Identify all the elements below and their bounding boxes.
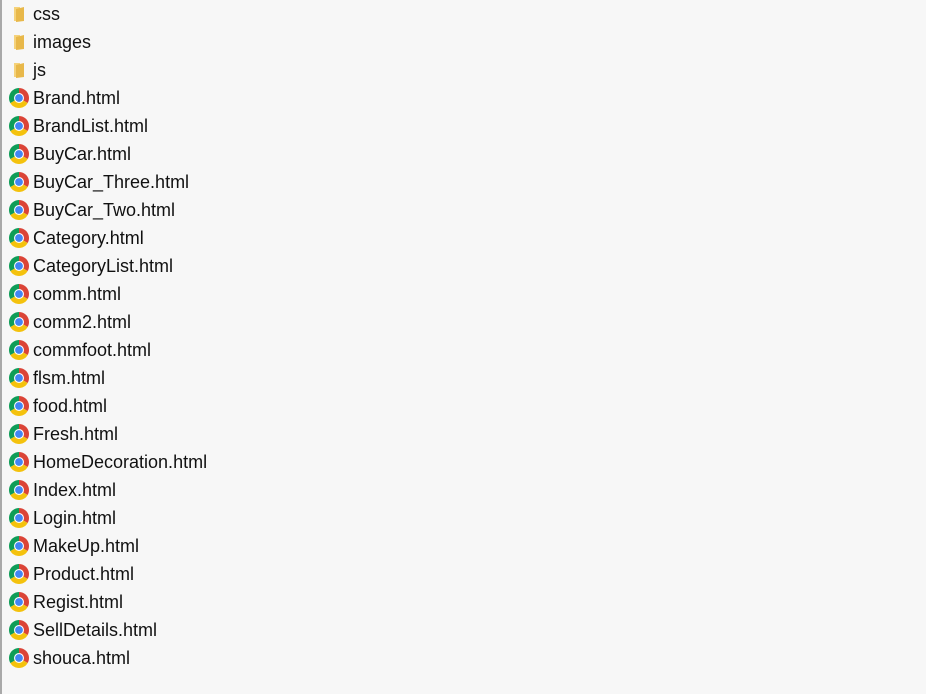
file-name: BuyCar.html [33, 144, 132, 164]
file-name: MakeUp.html [33, 536, 140, 556]
file-item[interactable]: Category.html [0, 224, 920, 252]
chrome-icon [8, 311, 30, 333]
file-name: SellDetails.html [33, 620, 158, 640]
chrome-icon [8, 227, 30, 249]
file-name: BuyCar_Three.html [33, 172, 190, 192]
file-name: flsm.html [33, 368, 105, 388]
file-item[interactable]: BuyCar_Three.html [0, 168, 920, 196]
file-name: Fresh.html [33, 424, 119, 444]
file-name: js [33, 60, 46, 80]
file-name: Brand.html [33, 88, 121, 108]
file-name: Login.html [33, 508, 117, 528]
file-item[interactable]: BuyCar_Two.html [0, 196, 920, 224]
file-name: css [33, 4, 60, 24]
file-item[interactable]: Login.html [0, 504, 920, 532]
file-name: Product.html [33, 564, 135, 584]
file-item[interactable]: shouca.html [0, 644, 920, 672]
chrome-icon [8, 591, 30, 613]
file-item[interactable]: commfoot.html [0, 336, 920, 364]
file-name: commfoot.html [33, 340, 152, 360]
file-item[interactable]: comm.html [0, 280, 920, 308]
file-name: Category.html [33, 228, 144, 248]
chrome-icon [8, 647, 30, 669]
chrome-icon [8, 115, 30, 137]
chrome-icon [8, 199, 30, 221]
file-name: shouca.html [33, 648, 131, 668]
file-item[interactable]: comm2.html [0, 308, 920, 336]
file-item[interactable]: Regist.html [0, 588, 920, 616]
chrome-icon [8, 479, 30, 501]
file-name: images [33, 32, 92, 52]
chrome-icon [8, 367, 30, 389]
file-name: comm2.html [33, 312, 132, 332]
folder-icon [8, 59, 30, 81]
folder-icon [8, 3, 30, 25]
file-item[interactable]: BuyCar.html [0, 140, 920, 168]
file-item[interactable]: Brand.html [0, 84, 920, 112]
chrome-icon [8, 507, 30, 529]
file-name: Regist.html [33, 592, 124, 612]
file-item[interactable]: Fresh.html [0, 420, 920, 448]
file-item[interactable]: food.html [0, 392, 920, 420]
file-item[interactable]: CategoryList.html [0, 252, 920, 280]
file-name: food.html [33, 396, 108, 416]
chrome-icon [8, 535, 30, 557]
file-item[interactable]: Product.html [0, 560, 920, 588]
file-item[interactable]: HomeDecoration.html [0, 448, 920, 476]
folder-item[interactable]: css [0, 0, 920, 28]
file-item[interactable]: SellDetails.html [0, 616, 920, 644]
file-name: Index.html [33, 480, 117, 500]
chrome-icon [8, 423, 30, 445]
file-item[interactable]: MakeUp.html [0, 532, 920, 560]
file-name: HomeDecoration.html [33, 452, 208, 472]
file-list: css images js Brand.html BrandList.html BuyCa… [0, 0, 920, 672]
chrome-icon [8, 451, 30, 473]
file-name: CategoryList.html [33, 256, 174, 276]
chrome-icon [8, 87, 30, 109]
file-item[interactable]: flsm.html [0, 364, 920, 392]
chrome-icon [8, 619, 30, 641]
file-name: BrandList.html [33, 116, 149, 136]
file-item[interactable]: Index.html [0, 476, 920, 504]
chrome-icon [8, 143, 30, 165]
folder-icon [8, 31, 30, 53]
chrome-icon [8, 563, 30, 585]
folder-item[interactable]: js [0, 56, 920, 84]
folder-item[interactable]: images [0, 28, 920, 56]
file-name: comm.html [33, 284, 122, 304]
file-item[interactable]: BrandList.html [0, 112, 920, 140]
chrome-icon [8, 395, 30, 417]
chrome-icon [8, 283, 30, 305]
chrome-icon [8, 339, 30, 361]
file-name: BuyCar_Two.html [33, 200, 176, 220]
chrome-icon [8, 255, 30, 277]
chrome-icon [8, 171, 30, 193]
